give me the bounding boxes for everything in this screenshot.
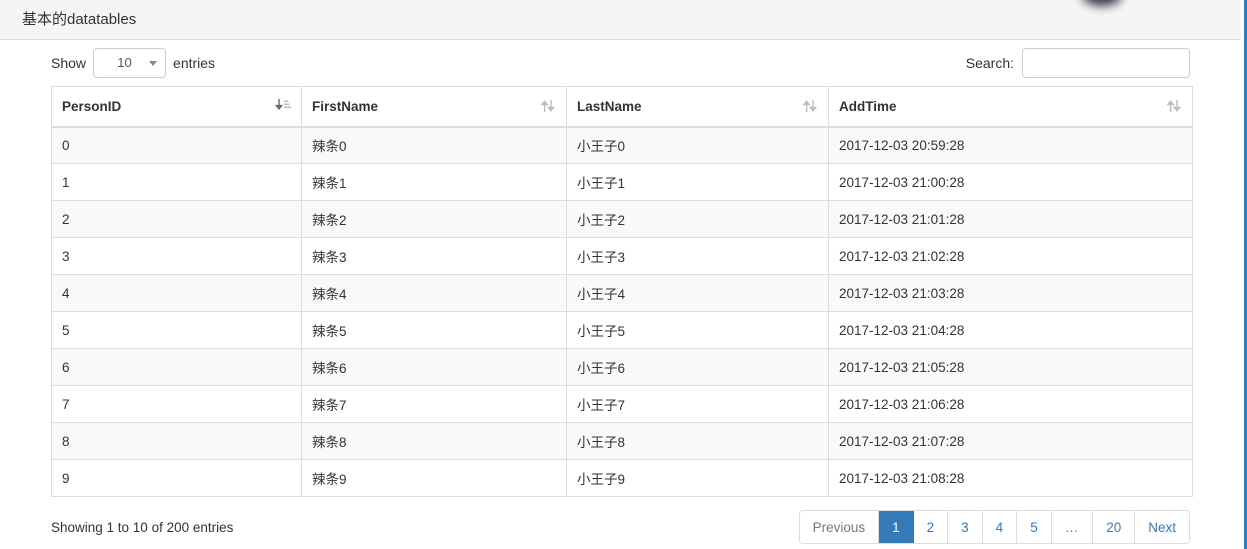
table-cell-firstname: 辣条0 bbox=[301, 126, 567, 164]
table-header-row: PersonID FirstName LastName AddTime bbox=[51, 86, 1193, 128]
table-cell-lastname: 小王子7 bbox=[566, 385, 829, 423]
page-next[interactable]: Next bbox=[1135, 511, 1189, 543]
column-header-lastname[interactable]: LastName bbox=[566, 86, 829, 128]
entries-length-control: Show 102550100 entries bbox=[51, 48, 215, 78]
page-2[interactable]: 2 bbox=[913, 511, 949, 543]
pagination: Previous 1 2 3 4 5… 20 Next bbox=[798, 510, 1190, 544]
table-cell-personid: 3 bbox=[51, 237, 302, 275]
table-cell-firstname: 辣条5 bbox=[301, 311, 567, 349]
table-cell-firstname: 辣条1 bbox=[301, 163, 567, 201]
column-header-label: FirstName bbox=[312, 98, 379, 114]
table-row: 3 辣条3 小王子3 2017-12-03 21:02:28 bbox=[51, 237, 1193, 275]
table-cell-lastname: 小王子9 bbox=[566, 459, 829, 497]
column-header-label: LastName bbox=[577, 98, 642, 114]
page-ellipsis: … bbox=[1051, 511, 1094, 543]
sort-both-icon bbox=[540, 100, 556, 113]
table-cell-personid: 5 bbox=[51, 311, 302, 349]
table-body: 0 辣条0 小王子0 2017-12-03 20:59:28 1 辣条1 小王子1 2017-… bbox=[51, 126, 1193, 497]
page-5[interactable]: 5 bbox=[1017, 511, 1052, 543]
table-row: 5 辣条5 小王子5 2017-12-03 21:04:28 bbox=[51, 311, 1193, 349]
page-previous[interactable]: Previous bbox=[799, 511, 880, 543]
table-cell-firstname: 辣条3 bbox=[301, 237, 567, 275]
datatable-footer: Showing 1 to 10 of 200 entries Previous 1… bbox=[51, 497, 1190, 549]
table-cell-addtime: 2017-12-03 21:05:28 bbox=[828, 348, 1193, 386]
table-cell-addtime: 2017-12-03 20:59:28 bbox=[828, 126, 1193, 164]
table-cell-personid: 8 bbox=[51, 422, 302, 460]
page-1[interactable]: 1 bbox=[879, 511, 914, 543]
table-cell-addtime: 2017-12-03 21:03:28 bbox=[828, 274, 1193, 312]
table-row: 0 辣条0 小王子0 2017-12-03 20:59:28 bbox=[51, 126, 1193, 164]
table-row: 2 辣条2 小王子2 2017-12-03 21:01:28 bbox=[51, 200, 1193, 238]
table-cell-lastname: 小王子6 bbox=[566, 348, 829, 386]
table-cell-personid: 2 bbox=[51, 200, 302, 238]
table-cell-addtime: 2017-12-03 21:01:28 bbox=[828, 200, 1193, 238]
datatable-controls: Show 102550100 entries Search: bbox=[51, 40, 1190, 86]
table-cell-lastname: 小王子8 bbox=[566, 422, 829, 460]
table-cell-personid: 7 bbox=[51, 385, 302, 423]
table-row: 4 辣条4 小王子4 2017-12-03 21:03:28 bbox=[51, 274, 1193, 312]
table-cell-addtime: 2017-12-03 21:08:28 bbox=[828, 459, 1193, 497]
search-label: Search: bbox=[965, 55, 1014, 71]
entries-label: entries bbox=[173, 55, 216, 71]
sort-asc-icon bbox=[275, 99, 291, 111]
column-header-personid[interactable]: PersonID bbox=[51, 86, 302, 128]
entries-info: Showing 1 to 10 of 200 entries bbox=[51, 519, 234, 535]
table-cell-personid: 9 bbox=[51, 459, 302, 497]
table-cell-firstname: 辣条7 bbox=[301, 385, 567, 423]
data-table: PersonID FirstName LastName AddTime 0 辣条0 小王子… bbox=[51, 86, 1193, 497]
table-cell-lastname: 小王子1 bbox=[566, 163, 829, 201]
show-label: Show bbox=[51, 55, 87, 71]
table-cell-firstname: 辣条9 bbox=[301, 459, 567, 497]
page-3[interactable]: 3 bbox=[948, 511, 983, 543]
table-cell-lastname: 小王子0 bbox=[566, 126, 829, 164]
column-header-addtime[interactable]: AddTime bbox=[828, 86, 1193, 128]
table-cell-lastname: 小王子2 bbox=[566, 200, 829, 238]
table-row: 8 辣条8 小王子8 2017-12-03 21:07:28 bbox=[51, 422, 1193, 460]
table-cell-lastname: 小王子5 bbox=[566, 311, 829, 349]
search-filter-control: Search: bbox=[966, 48, 1190, 78]
column-header-label: PersonID bbox=[62, 98, 122, 114]
sort-both-icon bbox=[1166, 100, 1182, 113]
page-20[interactable]: 20 bbox=[1093, 511, 1136, 543]
table-head: PersonID FirstName LastName AddTime bbox=[51, 86, 1193, 128]
column-header-label: AddTime bbox=[839, 98, 897, 114]
page-4[interactable]: 4 bbox=[982, 511, 1018, 543]
table-cell-firstname: 辣条4 bbox=[301, 274, 567, 312]
panel-heading: 基本的datatables bbox=[0, 0, 1241, 40]
table-cell-personid: 1 bbox=[51, 163, 302, 201]
entries-select-wrapper: 102550100 bbox=[93, 48, 167, 78]
table-cell-personid: 6 bbox=[51, 348, 302, 386]
column-header-firstname[interactable]: FirstName bbox=[301, 86, 567, 128]
table-row: 7 辣条7 小王子7 2017-12-03 21:06:28 bbox=[51, 385, 1193, 423]
sort-both-icon bbox=[802, 100, 818, 113]
table-cell-lastname: 小王子4 bbox=[566, 274, 829, 312]
datatables-panel: 基本的datatables Show 102550100 entries Sea… bbox=[0, 0, 1247, 549]
table-cell-firstname: 辣条6 bbox=[301, 348, 567, 386]
table-cell-addtime: 2017-12-03 21:07:28 bbox=[828, 422, 1193, 460]
table-cell-addtime: 2017-12-03 21:02:28 bbox=[828, 237, 1193, 275]
table-row: 9 辣条9 小王子9 2017-12-03 21:08:28 bbox=[51, 459, 1193, 497]
table-cell-lastname: 小王子3 bbox=[566, 237, 829, 275]
table-row: 1 辣条1 小王子1 2017-12-03 21:00:28 bbox=[51, 163, 1193, 201]
entries-per-page-select[interactable]: 102550100 bbox=[93, 48, 167, 78]
table-cell-firstname: 辣条8 bbox=[301, 422, 567, 460]
table-cell-addtime: 2017-12-03 21:04:28 bbox=[828, 311, 1193, 349]
panel-body: Show 102550100 entries Search: Person bbox=[0, 40, 1241, 549]
table-cell-addtime: 2017-12-03 21:06:28 bbox=[828, 385, 1193, 423]
search-input[interactable] bbox=[1022, 48, 1190, 78]
table-cell-firstname: 辣条2 bbox=[301, 200, 567, 238]
page-title: 基本的datatables bbox=[22, 11, 137, 28]
table-row: 6 辣条6 小王子6 2017-12-03 21:05:28 bbox=[51, 348, 1193, 386]
table-cell-addtime: 2017-12-03 21:00:28 bbox=[828, 163, 1193, 201]
table-cell-personid: 0 bbox=[51, 126, 302, 164]
table-cell-personid: 4 bbox=[51, 274, 302, 312]
